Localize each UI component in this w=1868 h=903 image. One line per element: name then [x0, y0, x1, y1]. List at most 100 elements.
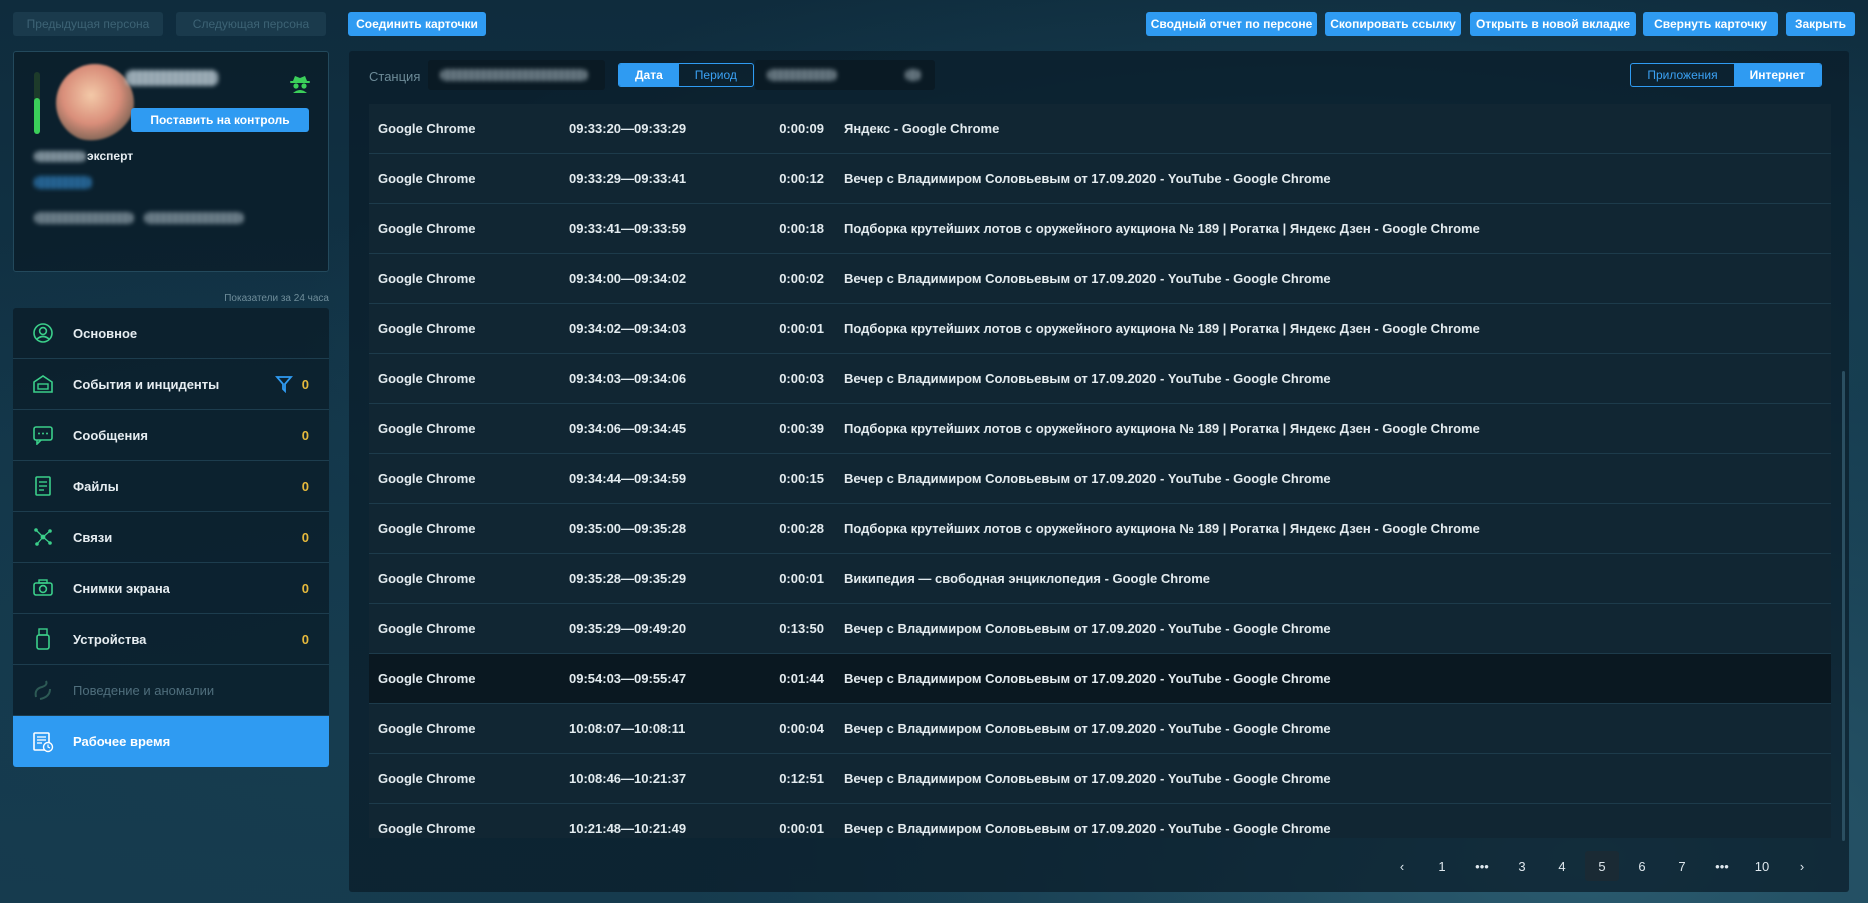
- email-redacted: [34, 212, 134, 224]
- time-range-cell: 10:08:07—10:08:11: [569, 721, 686, 736]
- source-toggle: Приложения Интернет: [1630, 63, 1822, 87]
- table-row[interactable]: Google Chrome 09:34:03—09:34:06 0:00:03 Веч…: [369, 354, 1831, 404]
- menu-item-devices[interactable]: Устройства 0: [13, 614, 329, 665]
- app-cell: Google Chrome: [378, 621, 476, 636]
- table-row[interactable]: Google Chrome 09:33:20—09:33:29 0:00:09 Янд…: [369, 104, 1831, 154]
- table-row[interactable]: Google Chrome 09:35:28—09:35:29 0:00:01 Вик…: [369, 554, 1831, 604]
- duration-cell: 0:13:50: [779, 621, 824, 636]
- duration-cell: 0:00:39: [779, 421, 824, 436]
- time-range-cell: 10:21:48—10:21:49: [569, 821, 687, 836]
- app-cell: Google Chrome: [378, 321, 476, 336]
- table-row[interactable]: Google Chrome 10:08:46—10:21:37 0:12:51 Веч…: [369, 754, 1831, 804]
- copy-link-button[interactable]: Скопировать ссылку: [1325, 12, 1461, 36]
- close-button[interactable]: Закрыть: [1786, 12, 1855, 36]
- app-cell: Google Chrome: [378, 671, 476, 686]
- person-card: Поставить на контроль эксперт: [13, 51, 329, 272]
- menu-label: Снимки экрана: [73, 580, 170, 596]
- collapse-card-button[interactable]: Свернуть карточку: [1643, 12, 1778, 36]
- window-title-cell: Вечер с Владимиром Соловьевым от 17.09.2…: [844, 671, 1331, 686]
- menu-item-main[interactable]: Основное: [13, 308, 329, 359]
- page-button[interactable]: 5: [1585, 851, 1619, 881]
- chat-icon: [31, 423, 55, 447]
- internet-tab[interactable]: Интернет: [1733, 64, 1821, 86]
- window-title-cell: Вечер с Владимиром Соловьевым от 17.09.2…: [844, 371, 1331, 386]
- app-cell: Google Chrome: [378, 421, 476, 436]
- menu-count: 0: [301, 478, 309, 494]
- next-page-icon[interactable]: ›: [1785, 851, 1819, 881]
- window-title-cell: Вечер с Владимиром Соловьевым от 17.09.2…: [844, 621, 1331, 636]
- window-title-cell: Википедия — свободная энциклопедия - Goo…: [844, 571, 1211, 586]
- table-row[interactable]: Google Chrome 09:33:41—09:33:59 0:00:18 Под…: [369, 204, 1831, 254]
- app-cell: Google Chrome: [378, 521, 476, 536]
- period-tab[interactable]: Период: [679, 64, 753, 86]
- window-title-cell: Подборка крутейших лотов с оружейного ау…: [844, 321, 1480, 336]
- prev-page-icon[interactable]: ‹: [1385, 851, 1419, 881]
- table-row[interactable]: Google Chrome 10:21:48—10:21:49 0:00:01 Веч…: [369, 804, 1831, 838]
- date-picker[interactable]: [755, 60, 935, 90]
- menu-item-messages[interactable]: Сообщения 0: [13, 410, 329, 461]
- table-row[interactable]: Google Chrome 10:08:07—10:08:11 0:00:04 Веч…: [369, 704, 1831, 754]
- menu-item-behavior: Поведение и аномалии: [13, 665, 329, 716]
- duration-cell: 0:00:02: [779, 271, 824, 286]
- table-scrollbar[interactable]: [1842, 371, 1845, 841]
- page-ellipsis[interactable]: •••: [1465, 851, 1499, 881]
- table-row[interactable]: Google Chrome 09:34:06—09:34:45 0:00:39 Под…: [369, 404, 1831, 454]
- pagination: ‹ 1 ••• 3 4 5 6 7 ••• 10 ›: [1379, 851, 1819, 881]
- table-row[interactable]: Google Chrome 09:34:02—09:34:03 0:00:01 Под…: [369, 304, 1831, 354]
- menu-item-files[interactable]: Файлы 0: [13, 461, 329, 512]
- date-tab[interactable]: Дата: [619, 64, 679, 86]
- menu-count: 0: [301, 376, 309, 392]
- page-button[interactable]: 7: [1665, 851, 1699, 881]
- table-row[interactable]: Google Chrome 09:54:03—09:55:47 0:01:44 Веч…: [369, 654, 1831, 704]
- window-title-cell: Вечер с Владимиром Соловьевым от 17.09.2…: [844, 721, 1331, 736]
- menu-item-incidents[interactable]: События и инциденты 0: [13, 359, 329, 410]
- prev-person-button[interactable]: Предыдущая персона: [13, 12, 163, 36]
- app-cell: Google Chrome: [378, 571, 476, 586]
- apps-tab[interactable]: Приложения: [1631, 64, 1733, 86]
- page-button[interactable]: 3: [1505, 851, 1539, 881]
- duration-cell: 0:00:09: [779, 121, 824, 136]
- window-title-cell: Вечер с Владимиром Соловьевым от 17.09.2…: [844, 821, 1331, 836]
- set-monitoring-button[interactable]: Поставить на контроль: [131, 108, 309, 132]
- window-title-cell: Подборка крутейших лотов с оружейного ау…: [844, 421, 1480, 436]
- table-row[interactable]: Google Chrome 09:33:29—09:33:41 0:00:12 Веч…: [369, 154, 1831, 204]
- usb-icon: [31, 627, 55, 651]
- table-row[interactable]: Google Chrome 09:34:00—09:34:02 0:00:02 Веч…: [369, 254, 1831, 304]
- connections-icon: [31, 525, 55, 549]
- menu-label: Рабочее время: [73, 734, 171, 749]
- duration-cell: 0:00:01: [779, 821, 824, 836]
- page-button[interactable]: 10: [1745, 851, 1779, 881]
- app-cell: Google Chrome: [378, 221, 476, 236]
- table-row[interactable]: Google Chrome 09:35:29—09:49:20 0:13:50 Веч…: [369, 604, 1831, 654]
- table-row[interactable]: Google Chrome 09:35:00—09:35:28 0:00:28 Под…: [369, 504, 1831, 554]
- duration-cell: 0:00:12: [779, 171, 824, 186]
- merge-cards-button[interactable]: Соединить карточки: [348, 12, 486, 36]
- page-button[interactable]: 1: [1425, 851, 1459, 881]
- menu-item-screenshots[interactable]: Снимки экрана 0: [13, 563, 329, 614]
- menu-item-worktime[interactable]: Рабочее время: [13, 716, 329, 767]
- time-range-cell: 09:33:20—09:33:29: [569, 121, 687, 136]
- time-range-cell: 09:35:29—09:49:20: [569, 621, 687, 636]
- page-button[interactable]: 4: [1545, 851, 1579, 881]
- window-title-cell: Подборка крутейших лотов с оружейного ау…: [844, 521, 1480, 536]
- page-ellipsis[interactable]: •••: [1705, 851, 1739, 881]
- spy-icon: [288, 73, 312, 95]
- next-person-button[interactable]: Следующая персона: [176, 12, 326, 36]
- menu-count: 0: [301, 529, 309, 545]
- person-report-button[interactable]: Сводный отчет по персоне: [1146, 12, 1317, 36]
- menu-label: Устройства: [73, 631, 147, 647]
- page-button[interactable]: 6: [1625, 851, 1659, 881]
- filter-icon[interactable]: [275, 375, 293, 396]
- date-mode-toggle: Дата Период: [618, 63, 754, 87]
- station-select[interactable]: [428, 60, 605, 90]
- time-range-cell: 09:34:06—09:34:45: [569, 421, 687, 436]
- open-new-tab-button[interactable]: Открыть в новой вкладке: [1470, 12, 1636, 36]
- menu-label: Основное: [73, 325, 138, 341]
- activity-table: Google Chrome 09:33:20—09:33:29 0:00:09 Янд…: [369, 104, 1831, 838]
- duration-cell: 0:00:01: [779, 321, 824, 336]
- menu-item-connections[interactable]: Связи 0: [13, 512, 329, 563]
- duration-cell: 0:00:18: [779, 221, 824, 236]
- table-row[interactable]: Google Chrome 09:34:44—09:34:59 0:00:15 Веч…: [369, 454, 1831, 504]
- app-cell: Google Chrome: [378, 171, 476, 186]
- sidebar-menu: Основное События и инциденты 0 Сообщения…: [13, 308, 329, 767]
